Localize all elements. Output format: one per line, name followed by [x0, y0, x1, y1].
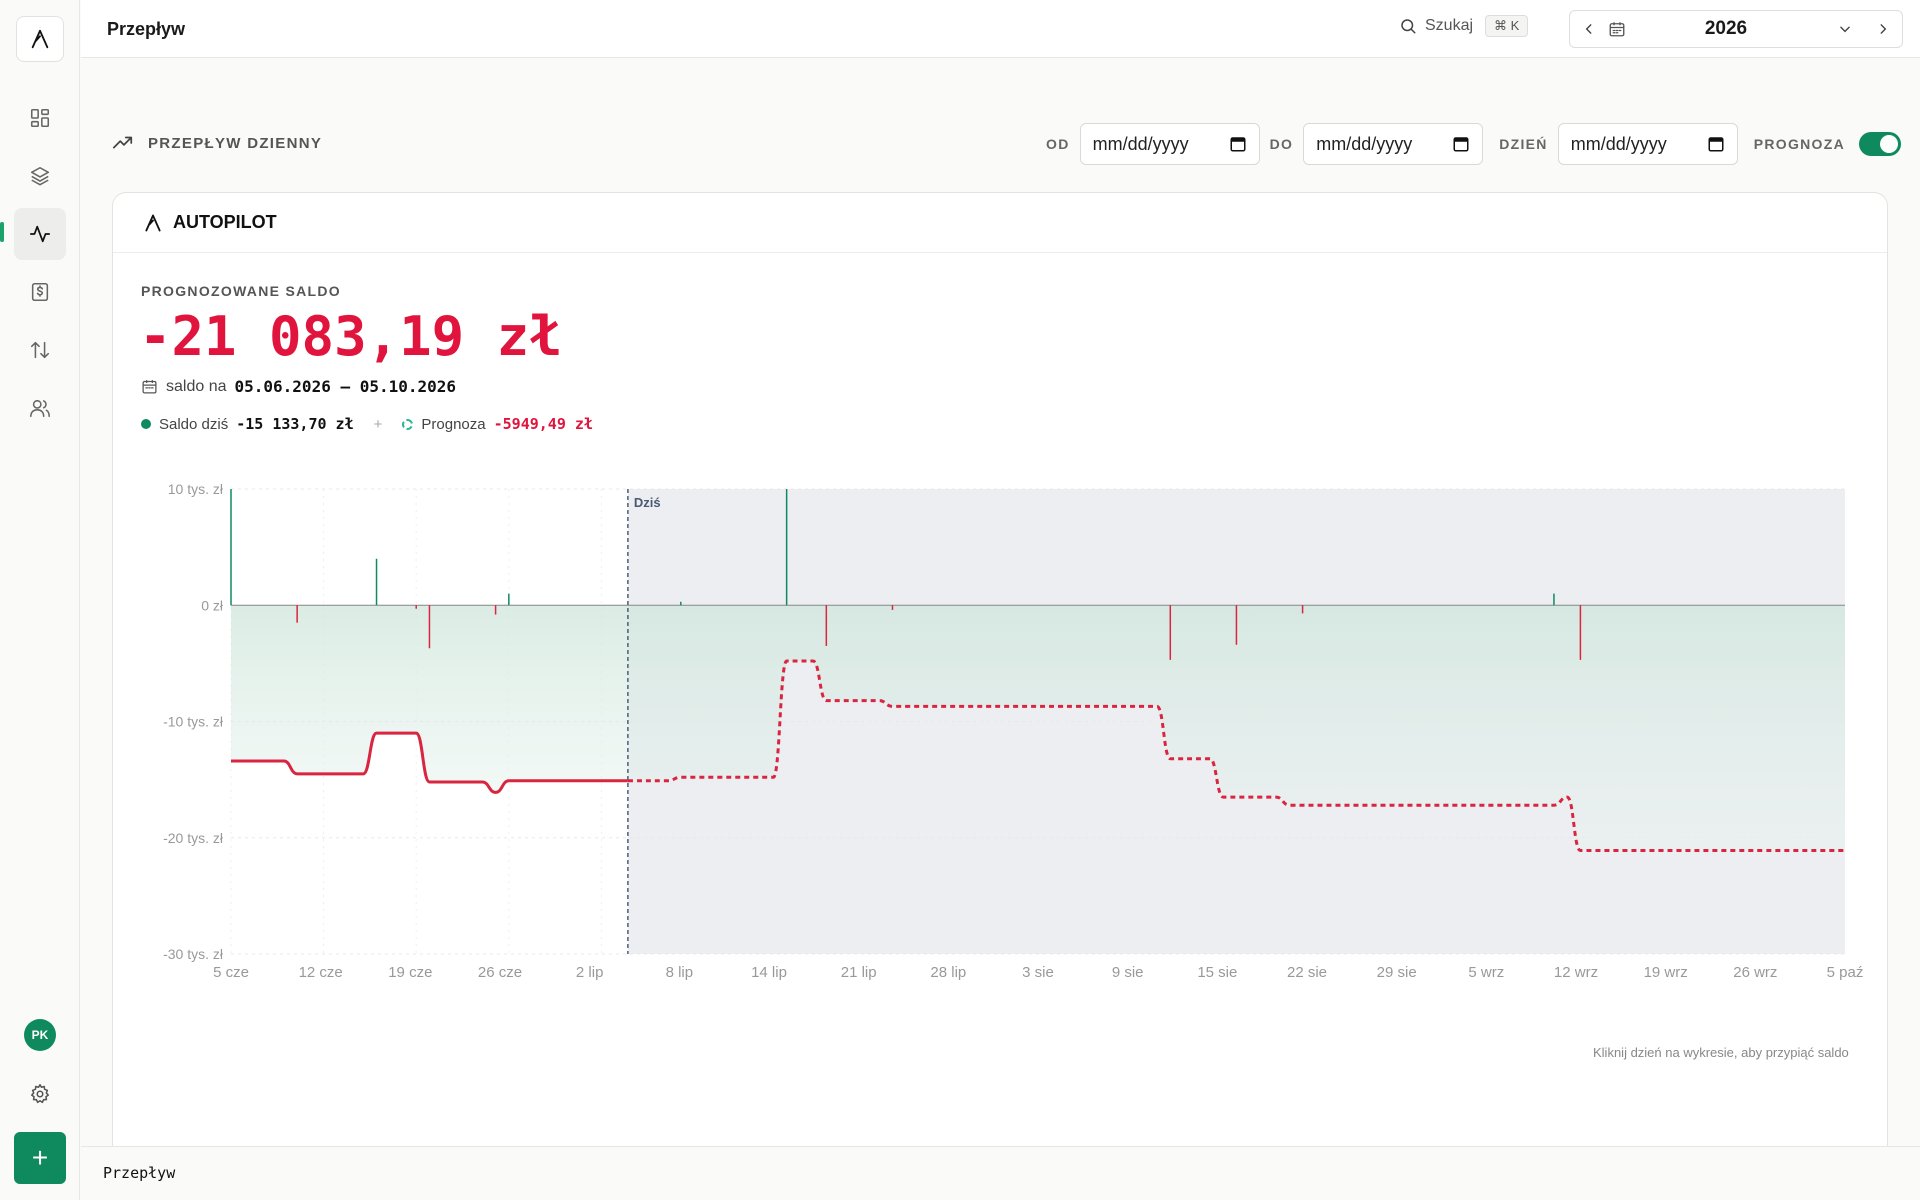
day-date-input[interactable]: mm/dd/yyyy	[1557, 123, 1738, 165]
search-button[interactable]: Szukaj ⌘ K	[1399, 15, 1529, 37]
x-tick-label: 3 sie	[1022, 964, 1054, 981]
y-tick-label: -10 tys. zł	[163, 714, 224, 730]
x-tick-label: 14 lip	[751, 964, 787, 981]
sidebar-item-invoices[interactable]	[14, 266, 66, 318]
x-tick-label: 12 wrz	[1554, 964, 1598, 981]
x-tick-label: 26 wrz	[1733, 964, 1777, 981]
forecast-toggle-label: PROGNOZA	[1753, 136, 1846, 152]
prev-year-button[interactable]	[1570, 10, 1608, 48]
cashflow-chart[interactable]: 10 tys. zł 0 zł -10 tys. zł -20 tys. zł -30 …	[113, 193, 1889, 993]
forecast-toggle[interactable]	[1859, 132, 1902, 156]
year-value: 2026	[1704, 18, 1748, 39]
y-tick-label: 10 tys. zł	[168, 481, 224, 497]
add-button[interactable]: +	[14, 1132, 66, 1184]
x-tick-label: 26 cze	[478, 964, 522, 981]
date-filters: OD mm/dd/yyyy DO mm/dd/yyyy DZIEŃ mm/dd/…	[1046, 123, 1902, 165]
y-tick-label: -20 tys. zł	[163, 830, 224, 846]
day-date-placeholder: mm/dd/yyyy	[1570, 133, 1667, 154]
x-tick-label: 19 cze	[388, 964, 432, 981]
autopilot-card: AUTOPILOT PROGNOZOWANE SALDO -21 083,19 …	[112, 192, 1888, 1192]
settings-button[interactable]	[24, 1078, 56, 1110]
x-tick-label: 5 cze	[213, 964, 249, 981]
today-marker-label: Dziś	[634, 495, 661, 510]
calendar-icon	[1708, 137, 1724, 152]
x-tick-label: 2 lip	[576, 964, 604, 981]
sidebar-item-transfers[interactable]	[14, 324, 66, 376]
footer-bar: Przepływ	[81, 1146, 1920, 1200]
sidebar: PK +	[0, 0, 80, 1200]
year-dropdown-button[interactable]	[1826, 10, 1864, 48]
search-icon	[1401, 19, 1416, 34]
grid-icon	[30, 108, 50, 128]
receipt-dollar-icon	[31, 282, 49, 302]
y-tick-label: 0 zł	[201, 597, 224, 613]
users-icon	[30, 399, 50, 418]
x-tick-label: 12 cze	[299, 964, 343, 981]
sidebar-item-layers[interactable]	[14, 150, 66, 202]
app-logo[interactable]	[16, 16, 64, 62]
active-indicator	[0, 222, 4, 242]
chevron-right-icon	[1880, 24, 1887, 34]
year-picker[interactable]: 2026	[1569, 10, 1903, 48]
arrows-updown-icon	[30, 341, 50, 359]
layers-icon	[30, 166, 50, 186]
to-date-placeholder: mm/dd/yyyy	[1316, 133, 1413, 154]
section-header: PRZEPŁYW DZIENNY	[112, 132, 322, 154]
chevron-left-icon	[1585, 24, 1592, 34]
x-tick-label: 22 sie	[1287, 964, 1327, 981]
calendar-icon	[1453, 137, 1469, 152]
section-title: PRZEPŁYW DZIENNY	[148, 134, 323, 152]
page-title: Przepływ	[107, 19, 186, 39]
top-bar: Przepływ Szukaj ⌘ K 2026	[81, 0, 1920, 58]
x-tick-label: 19 wrz	[1644, 964, 1688, 981]
y-tick-label: -30 tys. zł	[163, 946, 224, 962]
search-label: Szukaj	[1425, 17, 1474, 34]
day-label: DZIEŃ	[1499, 136, 1548, 152]
calendar-icon	[1230, 137, 1246, 152]
chart-hint: Kliknij dzień na wykresie, aby przypiąć …	[1593, 1045, 1849, 1060]
from-date-input[interactable]: mm/dd/yyyy	[1079, 123, 1260, 165]
logo-a-icon	[31, 29, 49, 49]
x-tick-label: 29 sie	[1377, 964, 1417, 981]
x-tick-label: 8 lip	[666, 964, 694, 981]
x-tick-label: 21 lip	[841, 964, 877, 981]
x-tick-label: 5 wrz	[1468, 964, 1504, 981]
x-tick-label: 9 sie	[1112, 964, 1144, 981]
x-tick-label: 28 lip	[930, 964, 966, 981]
next-year-button[interactable]	[1864, 10, 1902, 48]
sidebar-item-flow[interactable]	[14, 208, 66, 260]
sidebar-item-contacts[interactable]	[14, 382, 66, 434]
from-label: OD	[1046, 136, 1070, 152]
chevron-down-icon	[1840, 26, 1850, 33]
gear-icon	[30, 1084, 50, 1104]
from-date-placeholder: mm/dd/yyyy	[1092, 133, 1189, 154]
calendar-icon	[1609, 22, 1625, 37]
to-label: DO	[1269, 136, 1294, 152]
x-tick-label: 15 sie	[1197, 964, 1237, 981]
footer-title: Przepływ	[103, 1164, 176, 1182]
x-tick-label: 5 paź	[1827, 964, 1864, 981]
sidebar-item-dashboard[interactable]	[14, 92, 66, 144]
activity-icon	[29, 225, 51, 243]
trending-up-icon	[112, 136, 133, 149]
user-avatar[interactable]: PK	[24, 1019, 56, 1051]
search-shortcut: ⌘ K	[1485, 15, 1529, 37]
to-date-input[interactable]: mm/dd/yyyy	[1303, 123, 1484, 165]
